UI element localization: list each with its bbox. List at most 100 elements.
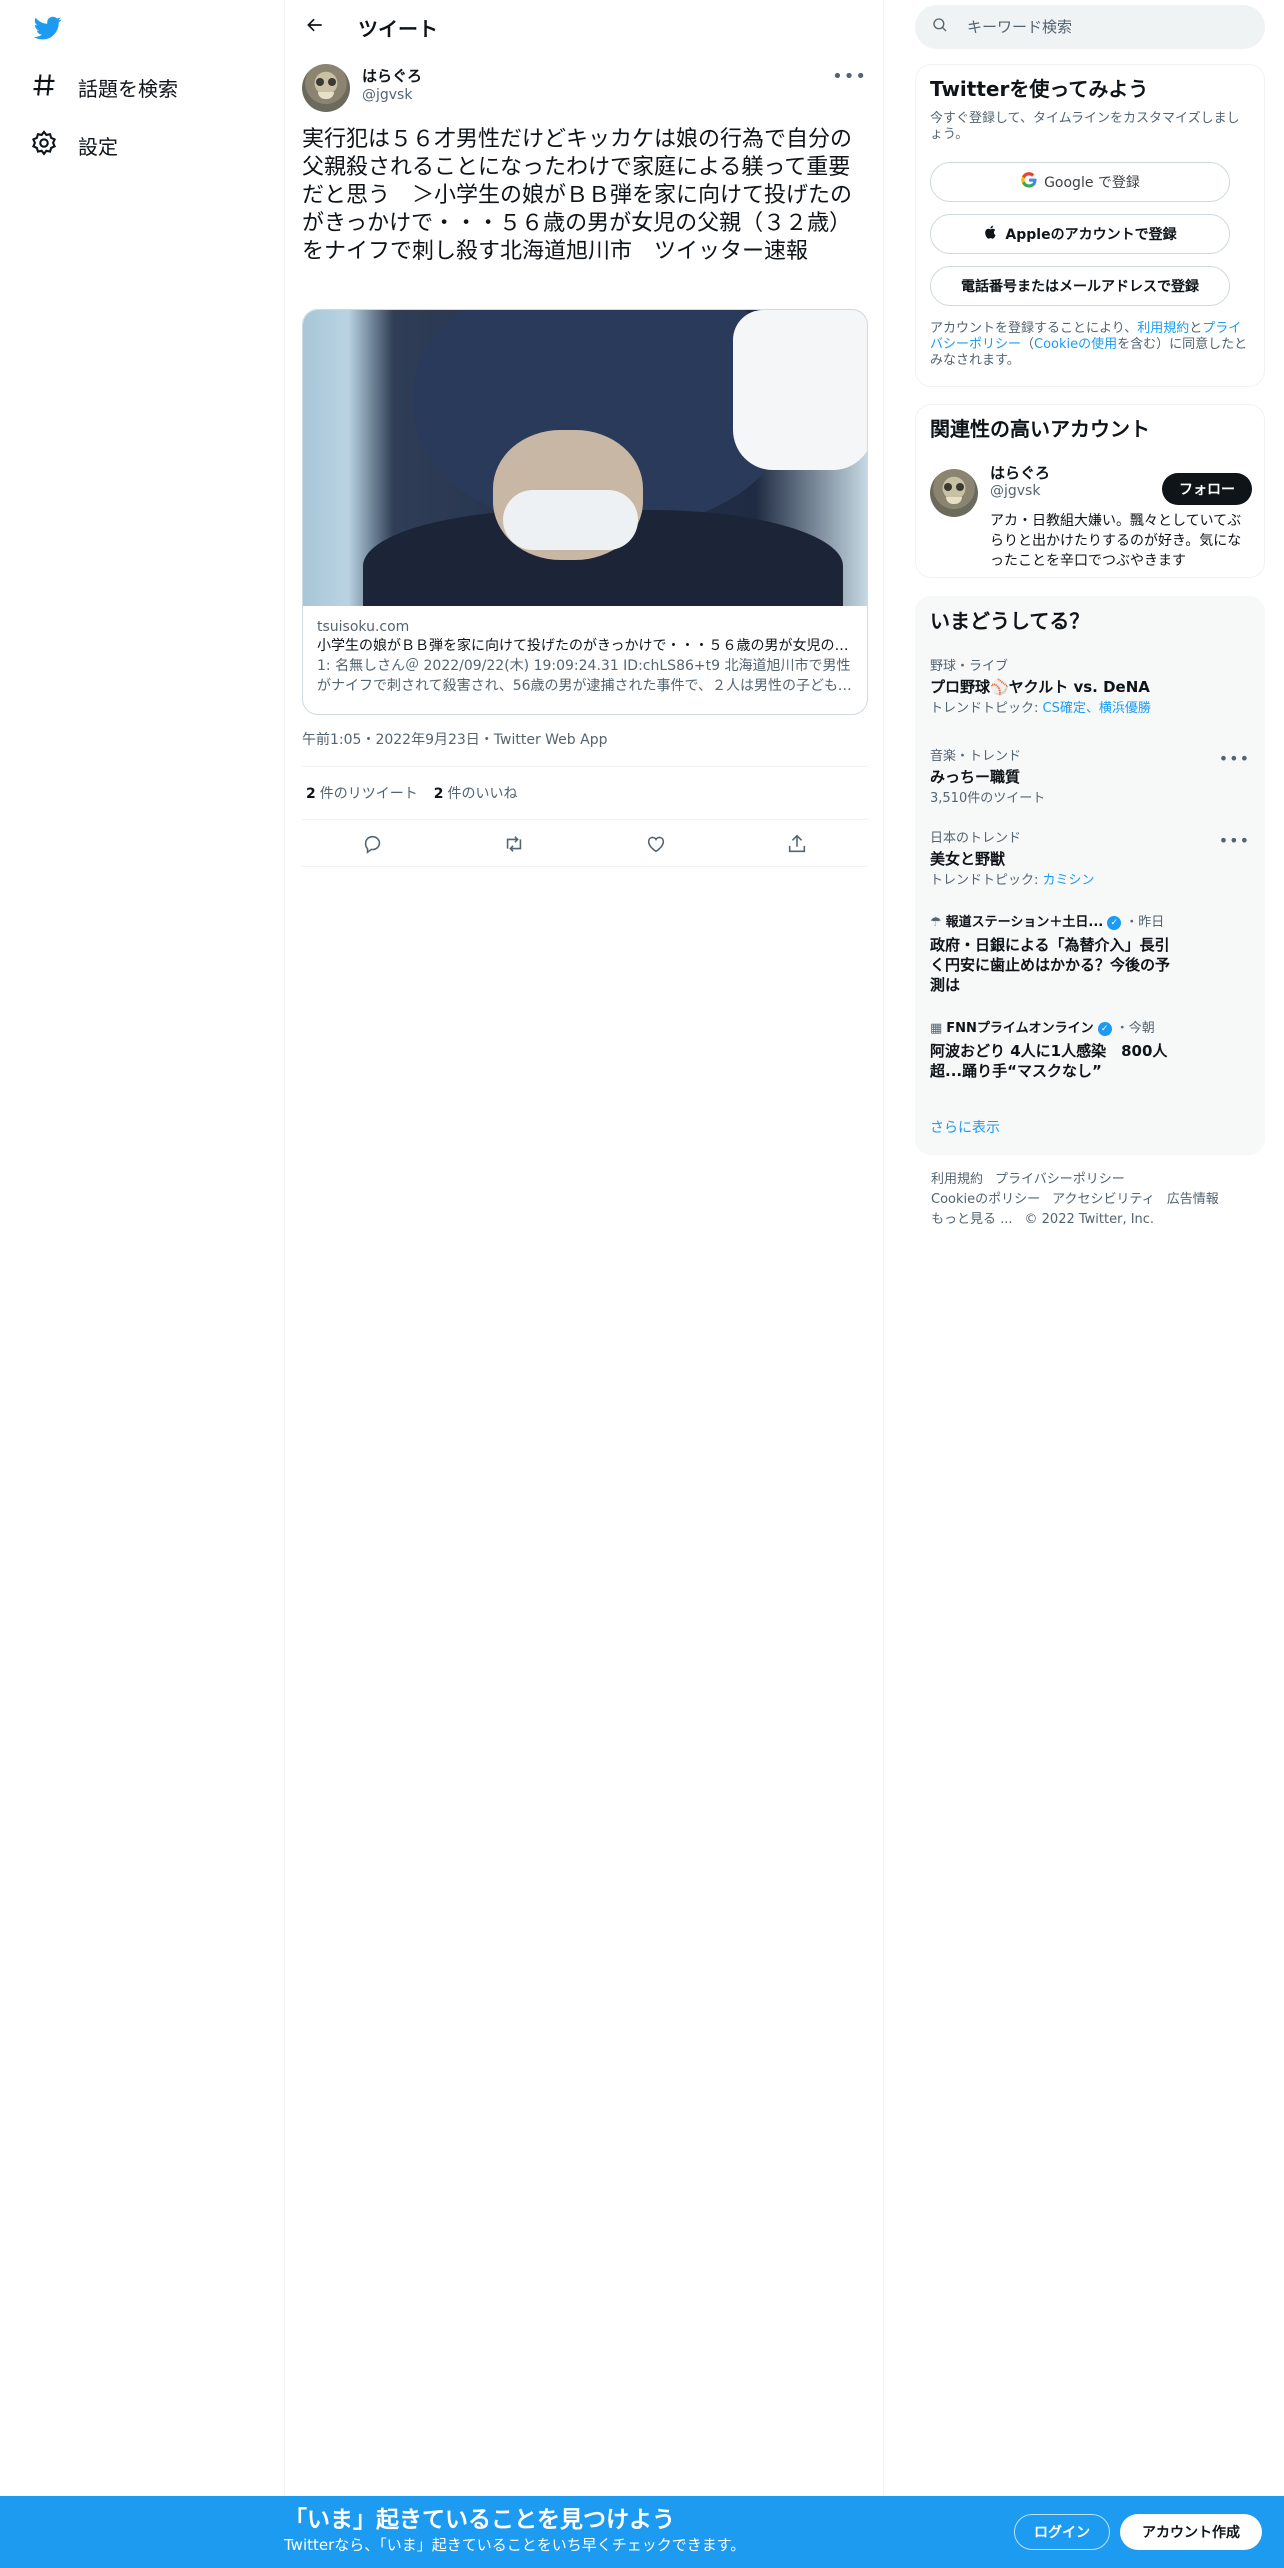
footer-link[interactable]: 利用規約	[931, 1172, 983, 1187]
share-icon[interactable]	[779, 826, 815, 862]
show-more-link[interactable]: さらに表示	[930, 1117, 1000, 1137]
signup-title: Twitterを使ってみよう	[930, 77, 1149, 101]
divider	[302, 819, 868, 820]
nav-settings[interactable]: 設定	[30, 123, 118, 167]
tweet-timestamp[interactable]: 午前1:05・2022年9月23日・Twitter Web App	[302, 729, 607, 749]
trend-topic-link[interactable]: CS確定、横浜優勝	[1043, 701, 1151, 716]
signup-subtitle: 今すぐ登録して、タイムラインをカスタマイズしましょう。	[930, 111, 1240, 142]
trends-panel: いまどうしてる？ 野球・ライブ プロ野球⚾ヤクルト vs. DeNA トレンドト…	[915, 596, 1265, 1155]
news-source: ☂ 報道ステーション＋土日... ✓ ・昨日	[930, 915, 1165, 930]
main-column: ツイート はらぐろ @jgvsk ••• 実行犯は５６才男性だけどキッカケは娘の…	[286, 0, 884, 2568]
twitter-logo-icon[interactable]	[32, 14, 64, 42]
avatar[interactable]	[930, 469, 978, 517]
trend-topics: トレンドトピック: CS確定、横浜優勝	[930, 701, 1151, 716]
google-signup-label: Google で登録	[1044, 175, 1140, 191]
verified-badge-icon: ✓	[1097, 1022, 1112, 1036]
trend-category: 日本のトレンド	[930, 831, 1022, 846]
gear-icon	[30, 129, 58, 162]
tweet-stats: 2 件のリツイート 2 件のいいね	[306, 783, 518, 803]
more-options-icon[interactable]: •••	[1219, 831, 1250, 850]
back-button[interactable]	[300, 12, 330, 42]
card-description: 1: 名無しさん＠ 2022/09/22(木) 19:09:24.31 ID:c…	[317, 658, 852, 694]
tweet-actions	[302, 826, 868, 862]
phone-email-signup-button[interactable]: 電話番号またはメールアドレスで登録	[930, 266, 1230, 306]
trend-name: 美女と野獣	[930, 850, 1006, 868]
news-source-icon: ▦	[930, 1021, 943, 1036]
bottom-signup-bar: 「いま」起きていることを見つけよう Twitterなら、「いま」起きていることを…	[0, 2496, 1284, 2568]
tweet-author[interactable]: はらぐろ @jgvsk	[302, 64, 422, 112]
trend-item[interactable]: 野球・ライブ プロ野球⚾ヤクルト vs. DeNA トレンドトピック: CS確定…	[930, 659, 1250, 717]
retweets-stat[interactable]: 2 件のリツイート	[306, 783, 418, 803]
nav-explore-label: 話題を検索	[78, 76, 178, 101]
cookie-link[interactable]: Cookieの使用	[1034, 337, 1117, 352]
news-source: ▦ FNNプライムオンライン ✓ ・今朝	[930, 1021, 1155, 1036]
more-options-icon[interactable]: •••	[832, 66, 867, 87]
arrow-left-icon	[305, 15, 325, 39]
author-name[interactable]: はらぐろ	[362, 66, 422, 86]
copyright: © 2022 Twitter, Inc.	[1024, 1212, 1155, 1227]
related-title: 関連性の高いアカウント	[930, 417, 1150, 441]
heart-icon[interactable]	[638, 826, 674, 862]
related-bio: アカ・日教組大嫌い。飄々としていてぶらりと出かけたりするのが好き。気になったこと…	[990, 513, 1242, 569]
trend-item[interactable]: 音楽・トレンド みっちー職質 3,510件のツイート •••	[930, 749, 1250, 807]
news-item[interactable]: ▦ FNNプライムオンライン ✓ ・今朝 阿波おどり 4人に1人感染 800人超…	[930, 1021, 1250, 1081]
card-image	[303, 310, 867, 606]
footer-link[interactable]: もっと見る ...	[931, 1212, 1013, 1227]
divider	[302, 866, 868, 867]
nav-settings-label: 設定	[78, 134, 118, 159]
footer-link[interactable]: プライバシーポリシー	[995, 1172, 1125, 1187]
avatar[interactable]	[302, 64, 350, 112]
search-bar[interactable]	[915, 5, 1265, 49]
link-card[interactable]: tsuisoku.com 小学生の娘がＢＢ弾を家に向けて投げたのがきっかけで・・…	[302, 309, 868, 715]
news-title: 阿波おどり 4人に1人感染 800人超...踊り手“マスクなし”	[930, 1042, 1168, 1080]
verified-badge-icon: ✓	[1107, 916, 1122, 930]
card-domain: tsuisoku.com	[317, 619, 410, 635]
trends-title: いまどうしてる？	[930, 609, 1090, 633]
apple-signup-label: Appleのアカウントで登録	[1005, 227, 1177, 243]
hashtag-icon	[30, 71, 58, 104]
related-name[interactable]: はらぐろ	[990, 463, 1050, 483]
trend-category: 音楽・トレンド	[930, 749, 1022, 764]
signup-terms: アカウントを登録することにより、利用規約とプライバシーポリシー（Cookieの使…	[930, 321, 1248, 368]
news-item[interactable]: ☂ 報道ステーション＋土日... ✓ ・昨日 政府・日銀による「為替介入」長引く…	[930, 915, 1250, 995]
trend-name: みっちー職質	[930, 768, 1021, 786]
follow-button[interactable]: フォロー	[1162, 473, 1252, 505]
signup-panel: Twitterを使ってみよう 今すぐ登録して、タイムラインをカスタマイズしましょ…	[915, 64, 1265, 387]
retweet-icon[interactable]	[496, 826, 532, 862]
tweet-text: 実行犯は５６才男性だけどキッカケは娘の行為で自分の父親殺されることになったわけで…	[302, 127, 853, 264]
footer-link[interactable]: Cookieのポリシー	[931, 1192, 1040, 1207]
likes-stat[interactable]: 2 件のいいね	[434, 783, 518, 803]
author-handle[interactable]: @jgvsk	[362, 86, 422, 104]
bottom-bar-title: 「いま」起きていることを見つけよう	[284, 2507, 675, 2533]
google-signup-button[interactable]: Google で登録	[930, 162, 1230, 202]
nav-explore[interactable]: 話題を検索	[30, 65, 178, 109]
login-button[interactable]: ログイン	[1014, 2514, 1110, 2550]
phone-signup-label: 電話番号またはメールアドレスで登録	[961, 279, 1199, 295]
trend-category: 野球・ライブ	[930, 659, 1009, 674]
trend-name: プロ野球⚾ヤクルト vs. DeNA	[930, 678, 1150, 696]
footer-link[interactable]: 広告情報	[1167, 1192, 1219, 1207]
left-nav: 話題を検索 設定	[0, 0, 285, 2568]
trend-item[interactable]: 日本のトレンド 美女と野獣 トレンドトピック: カミシン •••	[930, 831, 1250, 889]
trend-topics: トレンドトピック: カミシン	[930, 873, 1095, 888]
signup-button[interactable]: アカウント作成	[1120, 2514, 1262, 2550]
search-input[interactable]	[967, 18, 1227, 36]
related-handle[interactable]: @jgvsk	[990, 483, 1040, 499]
apple-icon	[983, 224, 999, 244]
page-title: ツイート	[358, 17, 438, 41]
footer-link[interactable]: アクセシビリティ	[1052, 1192, 1155, 1207]
trend-topic-link[interactable]: カミシン	[1043, 873, 1095, 888]
terms-link[interactable]: 利用規約	[1137, 321, 1189, 336]
reply-icon[interactable]	[355, 826, 391, 862]
related-accounts-panel: 関連性の高いアカウント はらぐろ @jgvsk フォロー アカ・日教組大嫌い。飄…	[915, 404, 1265, 578]
card-title: 小学生の娘がＢＢ弾を家に向けて投げたのがきっかけで・・・５６歳の男が女児の父親（…	[317, 638, 855, 654]
search-icon	[931, 16, 949, 38]
google-icon	[1020, 171, 1038, 193]
news-source-icon: ☂	[930, 915, 942, 930]
more-options-icon[interactable]: •••	[1219, 749, 1250, 768]
apple-signup-button[interactable]: Appleのアカウントで登録	[930, 214, 1230, 254]
trend-tweet-count: 3,510件のツイート	[930, 791, 1046, 806]
news-title: 政府・日銀による「為替介入」長引く円安に歯止めはかかる？今後の予測は	[930, 936, 1171, 994]
divider	[302, 766, 868, 767]
bottom-bar-subtitle: Twitterなら、「いま」起きていることをいち早くチェックできます。	[284, 2536, 746, 2554]
